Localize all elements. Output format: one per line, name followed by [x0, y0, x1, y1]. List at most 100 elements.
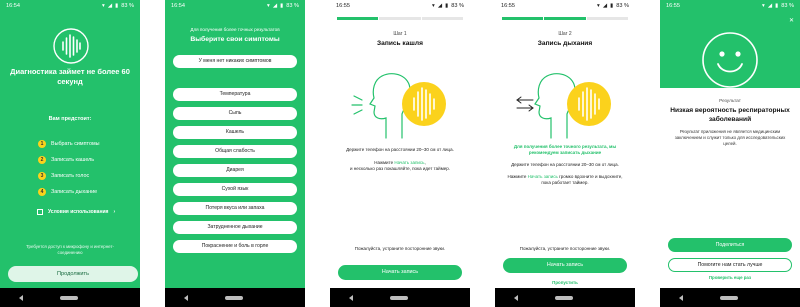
phone-cough: 16:55 ▾ ◢ ▮ 83 % Шаг 1 Запись кашля Держ… — [330, 0, 470, 307]
phone-intro: 16:54 ▾ ◢ ▮ 83 % Диагностика займет не боле… — [0, 0, 140, 307]
share-button[interactable]: Поделиться — [668, 238, 792, 252]
battery-level: 83 % — [616, 3, 629, 9]
breath-illustration — [516, 73, 611, 139]
home-icon[interactable] — [554, 295, 573, 300]
home-icon[interactable] — [719, 295, 738, 300]
status-bar: 16:55 ▾ ◢ ▮ 83 % — [495, 0, 635, 12]
signal-icon: ◢ — [437, 3, 443, 9]
step-label: Выбрать симптомы — [51, 141, 100, 147]
step-label: Шаг 2 — [558, 31, 572, 37]
android-nav-bar — [330, 288, 470, 307]
breath-advice: Для получения более точного результата, … — [513, 144, 617, 155]
result-screen: 16:55 ▾ ◢ ▮ 83 % ✕ Результат Низкая вероятн… — [660, 0, 800, 288]
symptom-option[interactable]: Затрудненное дыхание — [173, 221, 297, 234]
back-icon[interactable] — [348, 294, 353, 301]
progress-segment-done — [544, 17, 586, 20]
start-record-link[interactable]: Начать запись — [528, 174, 558, 179]
android-nav-bar — [495, 288, 635, 307]
home-icon[interactable] — [389, 295, 408, 300]
intro-step: 1 Выбрать симптомы — [38, 136, 138, 152]
symptom-option[interactable]: Общая слабость — [173, 145, 297, 158]
skip-link[interactable]: Пропустить — [503, 280, 627, 285]
step-number: 1 — [38, 140, 46, 148]
terms-link[interactable]: Условия использования — [48, 209, 108, 215]
smiley-icon — [702, 32, 758, 88]
progress-bar — [502, 17, 628, 20]
status-time: 16:55 — [336, 3, 350, 9]
start-record-button[interactable]: Начать запись — [503, 258, 627, 273]
intro-step: 3 Записать голос — [38, 168, 138, 184]
silence-note: Пожалуйста, устраните посторонние звуки. — [519, 246, 611, 251]
breath-screen: 16:55 ▾ ◢ ▮ 83 % Шаг 2 Запись дыхания Дл… — [495, 0, 635, 288]
symptom-option[interactable]: Потеря вкуса или запаха — [173, 202, 297, 215]
status-bar: 16:55 ▾ ◢ ▮ 83 % — [330, 0, 470, 12]
result-label: Результат — [719, 99, 741, 104]
start-record-button[interactable]: Начать запись — [338, 265, 462, 280]
symptoms-title: Выберите свои симптомы — [190, 36, 280, 43]
symptom-option[interactable]: Сыпь — [173, 107, 297, 120]
progress-segment — [421, 17, 463, 20]
android-nav-bar — [0, 288, 140, 307]
start-record-link[interactable]: Начать запись — [394, 160, 424, 165]
battery-level: 83 % — [286, 3, 299, 9]
status-time: 16:55 — [666, 3, 680, 9]
back-icon[interactable] — [183, 294, 188, 301]
step-label: Записать голос — [51, 173, 90, 179]
symptom-option[interactable]: Сухой язык — [173, 183, 297, 196]
symptom-option-none[interactable]: У меня нет никаких симптомов — [173, 55, 297, 68]
signal-icon: ◢ — [272, 3, 278, 9]
intro-title: Диагностика займет не более 60 секунд — [10, 67, 130, 86]
progress-segment-done — [337, 17, 379, 20]
battery-icon: ▮ — [775, 3, 779, 9]
status-bar: 16:55 ▾ ◢ ▮ 83 % — [660, 0, 800, 12]
symptom-option[interactable]: Температура — [173, 88, 297, 101]
status-time: 16:55 — [501, 3, 515, 9]
wifi-icon: ▾ — [597, 3, 600, 9]
wifi-icon: ▾ — [432, 3, 435, 9]
home-icon[interactable] — [59, 295, 78, 300]
battery-level: 83 % — [121, 3, 134, 9]
back-icon[interactable] — [18, 294, 23, 301]
symptom-option[interactable]: Покраснение и боль в горле — [173, 240, 297, 253]
back-icon[interactable] — [678, 294, 683, 301]
back-icon[interactable] — [513, 294, 518, 301]
wifi-icon: ▾ — [267, 3, 270, 9]
continue-button[interactable]: Продолжить — [8, 266, 138, 282]
step-title: Запись дыхания — [537, 40, 593, 47]
status-time: 16:54 — [171, 3, 185, 9]
hold-instruction: Держите телефон на расстоянии 20–30 см о… — [511, 162, 619, 167]
terms-checkbox[interactable] — [37, 209, 43, 215]
status-bar: 16:54 ▾ ◢ ▮ 83 % — [0, 0, 140, 12]
step-number: 3 — [38, 172, 46, 180]
phone-breath: 16:55 ▾ ◢ ▮ 83 % Шаг 2 Запись дыхания Дл… — [495, 0, 635, 307]
symptom-option[interactable]: Кашель — [173, 126, 297, 139]
step-label: Шаг 1 — [393, 31, 407, 37]
home-icon[interactable] — [224, 295, 243, 300]
phone-symptoms: 16:54 ▾ ◢ ▮ 83 % Для получения более точных… — [165, 0, 305, 307]
status-bar: 16:54 ▾ ◢ ▮ 83 % — [165, 0, 305, 12]
mic-note: Требуется доступ к микрофону и интернет-… — [26, 244, 114, 255]
intro-steps: 1 Выбрать симптомы 2 Записать кашель 3 Запи… — [38, 136, 138, 200]
android-nav-bar — [660, 288, 800, 307]
result-description: Результат приложения не является медицин… — [674, 129, 786, 146]
status-time: 16:54 — [6, 3, 20, 9]
progress-segment — [586, 17, 628, 20]
step-title: Запись кашля — [377, 40, 423, 47]
help-us-button[interactable]: Помогите нам стать лучше — [668, 258, 792, 272]
cough-screen: 16:55 ▾ ◢ ▮ 83 % Шаг 1 Запись кашля Держ… — [330, 0, 470, 288]
step-number: 4 — [38, 188, 46, 196]
close-icon[interactable]: ✕ — [789, 17, 794, 24]
symptom-option[interactable]: Диарея — [173, 164, 297, 177]
progress-bar — [337, 17, 463, 20]
battery-level: 83 % — [451, 3, 464, 9]
android-nav-bar — [165, 288, 305, 307]
wifi-icon: ▾ — [102, 3, 105, 9]
hold-instruction: Держите телефон на расстоянии 20–30 см о… — [346, 147, 454, 152]
silence-note: Пожалуйста, устраните посторонние звуки. — [354, 246, 446, 251]
signal-icon: ◢ — [767, 3, 773, 9]
recheck-link[interactable]: Проверить еще раз — [668, 275, 792, 280]
intro-screen: 16:54 ▾ ◢ ▮ 83 % Диагностика займет не боле… — [0, 0, 140, 288]
step-label: Записать кашель — [51, 157, 95, 163]
progress-segment-done — [502, 17, 544, 20]
terms-row[interactable]: Условия использования › — [37, 209, 115, 215]
